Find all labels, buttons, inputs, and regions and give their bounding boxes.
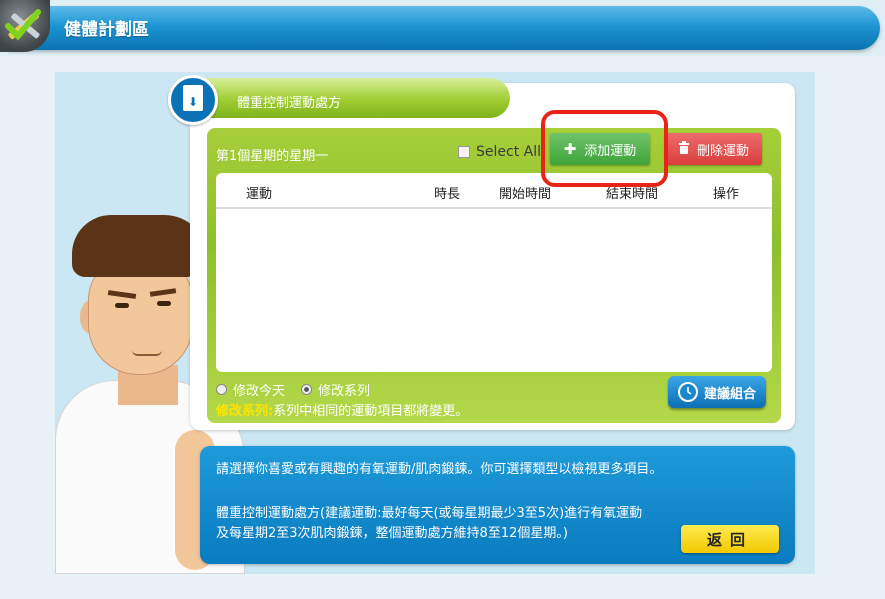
table-header: 運動 時長 開始時間 結束時間 操作 (216, 173, 772, 209)
info-instruction: 請選擇你喜愛或有興趣的有氧運動/肌肉鍛鍊。你可選擇類型以檢視更多項目。 (216, 462, 663, 477)
column-header-action: 操作 (713, 187, 740, 202)
edit-series-label: 修改系列 (318, 384, 371, 399)
note-text: 系列中相同的運動項目都將變更。 (273, 404, 469, 419)
top-bar: 健體計劃區 (0, 0, 885, 56)
download-document-icon: ⬇ (183, 85, 203, 111)
column-header-duration: 時長 (434, 187, 461, 202)
edit-today-label: 修改今天 (233, 384, 286, 399)
panel-tab (185, 78, 510, 118)
info-prescription-line1: 體重控制運動處方(建議運動:最好每天(或每星期最少3至5次)進行有氧運動 (216, 506, 643, 521)
column-header-start-time: 開始時間 (499, 187, 552, 202)
suggested-combination-button[interactable]: 建議組合 (668, 376, 766, 408)
select-all-checkbox[interactable] (458, 146, 470, 158)
app-title: 健體計劃區 (64, 20, 149, 40)
character-mouth (132, 350, 162, 356)
trash-icon (678, 140, 690, 158)
panel-tab-label: 體重控制運動處方 (237, 96, 342, 111)
character-hair (72, 215, 207, 277)
delete-exercise-label: 刪除運動 (696, 143, 749, 159)
suggested-combination-label: 建議組合 (703, 386, 756, 402)
edit-today-radio[interactable] (216, 384, 227, 395)
back-button[interactable]: 返回 (681, 525, 779, 553)
exercise-table: 運動 時長 開始時間 結束時間 操作 (216, 173, 772, 372)
edit-scope-options: 修改今天 修改系列 (216, 380, 370, 399)
info-prescription-line2: 及每星期2至3次肌肉鍛鍊，整個運動處方維持8至12個星期。) (216, 526, 568, 541)
week-label: 第1個星期的星期一 (216, 149, 329, 164)
tools-icon (0, 0, 50, 52)
select-all-label: Select All (476, 144, 541, 160)
character-eye (115, 303, 129, 308)
delete-exercise-button[interactable]: 刪除運動 (665, 133, 762, 165)
clock-icon (677, 382, 698, 402)
highlight-annotation (541, 110, 668, 187)
character-eye (157, 301, 171, 306)
column-header-exercise: 運動 (246, 187, 273, 202)
edit-series-note: 修改系列:系列中相同的運動項目都將變更。 (216, 400, 468, 419)
select-all[interactable]: Select All (458, 144, 541, 160)
note-highlight: 修改系列: (216, 404, 274, 419)
edit-series-radio[interactable] (301, 384, 313, 395)
